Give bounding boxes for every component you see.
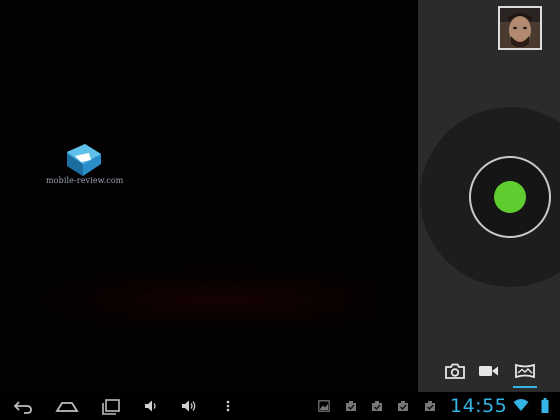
viewfinder-preview-glow [40, 270, 370, 330]
shutter-button[interactable] [469, 156, 551, 238]
camera-icon [445, 363, 465, 379]
camera-viewfinder[interactable]: mobile-review.com [0, 0, 418, 392]
volume-down-icon [145, 400, 156, 412]
back-button[interactable] [12, 396, 34, 416]
home-button[interactable] [55, 396, 79, 416]
mobile-review-logo-icon [67, 144, 101, 176]
status-clock[interactable]: 14:55 [450, 395, 507, 417]
panorama-mode-button[interactable] [514, 362, 536, 380]
volume-up-button[interactable] [180, 396, 198, 416]
selected-mode-indicator [513, 386, 537, 388]
video-camera-icon [479, 366, 498, 376]
download-complete-icon-3 [398, 401, 408, 411]
download-complete-icon [346, 401, 356, 411]
download-complete-icon-2 [372, 401, 382, 411]
recent-apps-icon [102, 399, 120, 415]
last-photo-thumbnail[interactable] [498, 6, 542, 50]
download-complete-icon-4 [425, 401, 435, 411]
watermark-text: mobile-review.com [46, 176, 124, 185]
camera-control-panel [418, 0, 560, 392]
wifi-icon [513, 399, 529, 411]
video-mode-button[interactable] [478, 362, 500, 380]
panorama-icon [515, 363, 535, 379]
camera-app-screen: mobile-review.com 14:55 [0, 0, 560, 420]
back-icon [13, 401, 32, 414]
recent-apps-button[interactable] [100, 396, 122, 416]
photo-mode-button[interactable] [444, 362, 466, 380]
gallery-notification-icon [318, 400, 330, 412]
home-icon [55, 402, 79, 412]
thumbnail-image [500, 8, 540, 48]
watermark: mobile-review.com [46, 142, 124, 188]
overflow-menu-icon [226, 400, 230, 412]
shutter-button-center [494, 181, 526, 213]
volume-up-icon [182, 400, 196, 412]
menu-button[interactable] [224, 396, 232, 416]
volume-down-button[interactable] [143, 396, 159, 416]
battery-icon [541, 398, 549, 413]
